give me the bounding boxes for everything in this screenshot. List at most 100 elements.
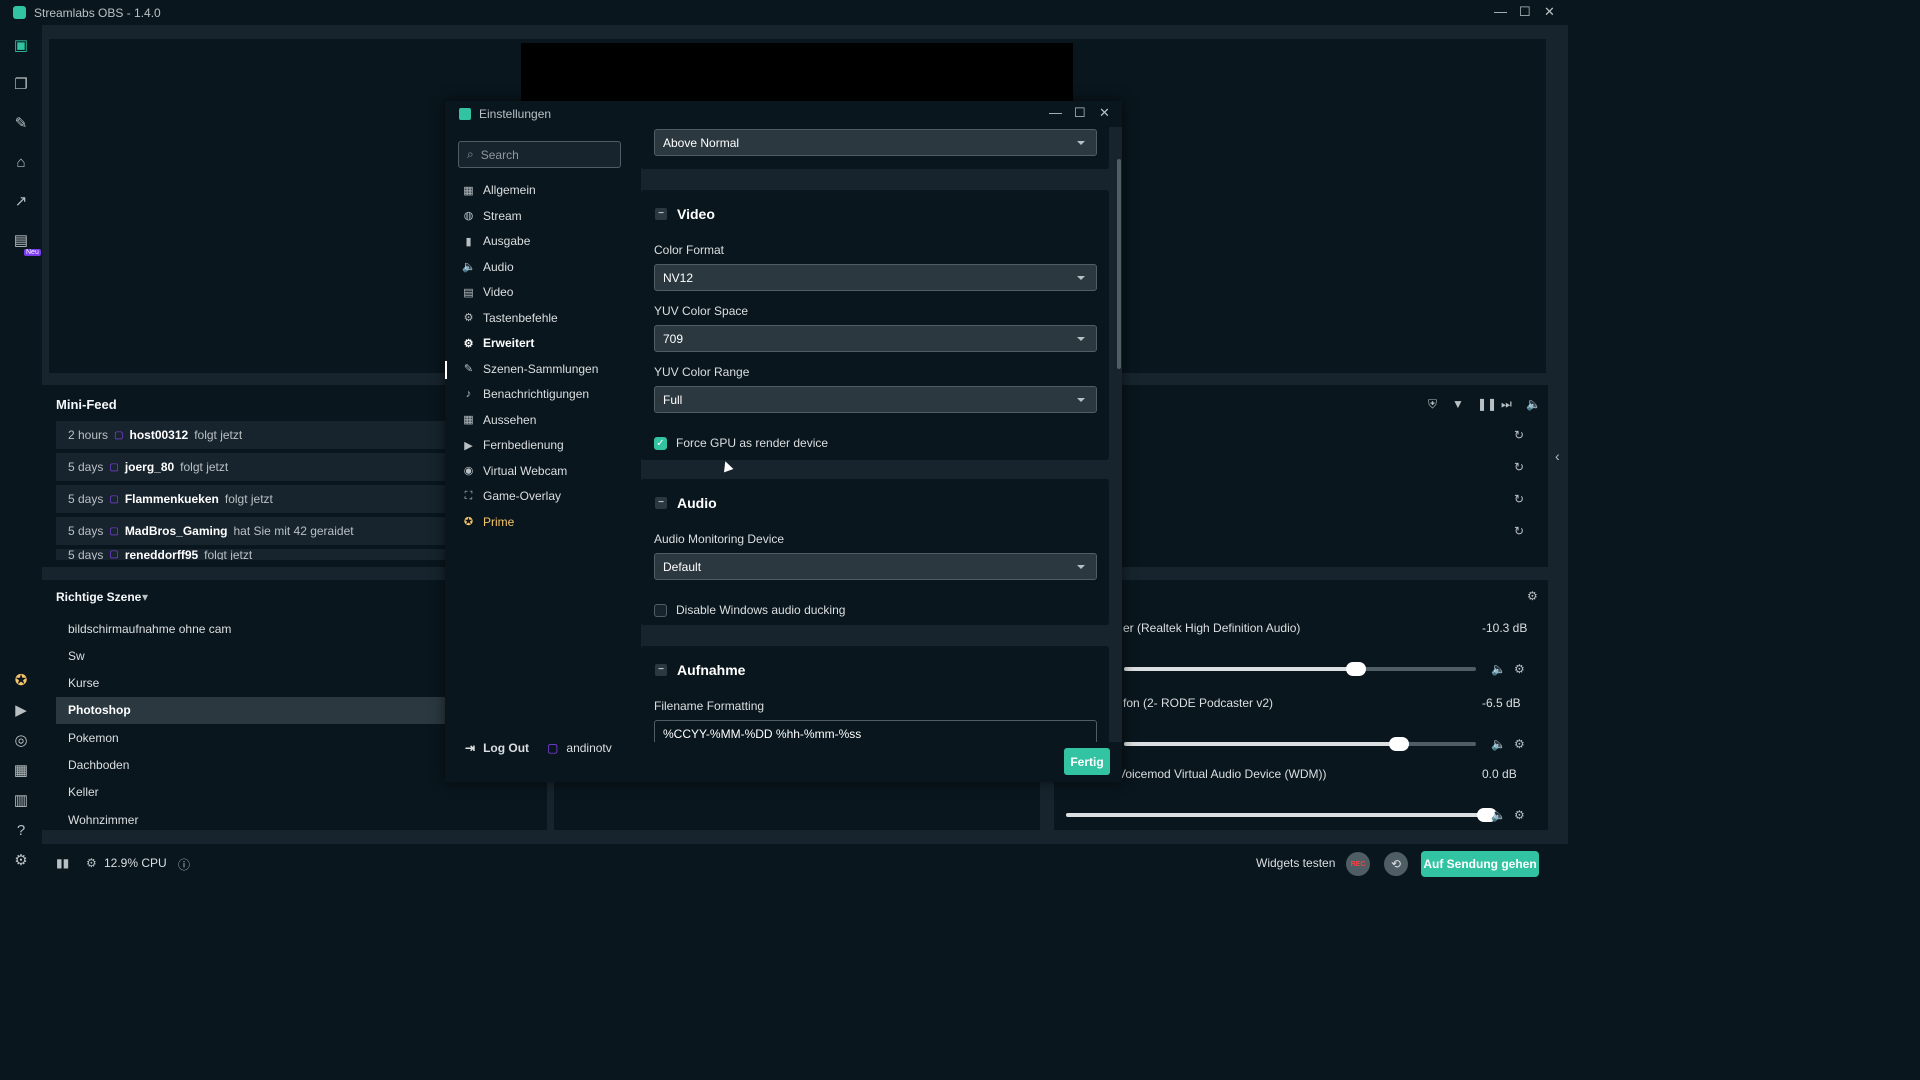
mute-icon[interactable]: 🔈 — [1491, 737, 1506, 751]
collapse-icon[interactable]: − — [655, 208, 667, 220]
logout-icon: ⇥ — [465, 741, 476, 755]
source-settings-gear-icon[interactable]: ⚙ — [1514, 808, 1525, 822]
audio-section-header[interactable]: − Audio — [655, 495, 717, 511]
replay-icon[interactable]: ↻ — [1514, 428, 1524, 442]
scene-item[interactable]: Keller — [56, 779, 446, 806]
settings-nav-stream[interactable]: ◍ Stream — [462, 206, 522, 226]
replay-icon[interactable]: ↻ — [1514, 460, 1524, 474]
search-icon: ⌕ — [467, 147, 474, 161]
replay-icon[interactable]: ↻ — [1514, 524, 1524, 538]
info-icon[interactable]: ⓘ — [178, 856, 190, 873]
source-settings-gear-icon[interactable]: ⚙ — [1514, 737, 1525, 751]
preview-canvas — [521, 43, 1073, 101]
close-icon[interactable]: ✕ — [1099, 105, 1110, 121]
maximize-icon[interactable]: ☐ — [1519, 4, 1531, 20]
settings-gear-icon[interactable]: ⚙ — [12, 852, 30, 870]
studio-mode-icon[interactable]: ▣ — [12, 37, 30, 55]
layers-icon[interactable]: ❐ — [12, 76, 30, 94]
minimize-icon[interactable]: — — [1049, 105, 1062, 120]
minimize-icon[interactable]: — — [1494, 4, 1507, 19]
settings-nav-szenen-sammlungen[interactable]: ✎ Szenen-Sammlungen — [462, 359, 599, 379]
filename-format-input[interactable] — [654, 720, 1097, 742]
widgets-test-button[interactable]: Widgets testen — [1256, 856, 1335, 870]
settings-nav-prime[interactable]: ✪ Prime — [462, 512, 514, 532]
mute-icon[interactable]: 🔈 — [1491, 662, 1506, 676]
collapse-icon[interactable]: − — [655, 497, 667, 509]
left-navbar: ▣ ❐ ✎ ⌂ ↗ ▤ Neu ✪ ▶ ◎ ▦ ▥ ? ⚙ — [0, 25, 42, 882]
chevron-down-icon[interactable]: ▾ — [142, 590, 148, 604]
pause-icon[interactable]: ❚❚ — [1477, 397, 1497, 411]
video-section-header[interactable]: − Video — [655, 206, 715, 222]
volume-slider[interactable] — [1066, 808, 1497, 822]
replay-icon[interactable]: ↻ — [1514, 492, 1524, 506]
record-button[interactable]: REC — [1346, 852, 1370, 876]
stats-bar-chart-icon[interactable]: ▮▮ — [56, 856, 69, 870]
chat-icon[interactable]: ◎ — [12, 732, 30, 750]
prime-icon[interactable]: ✪ — [12, 672, 30, 690]
monitoring-device-select[interactable]: Default — [654, 553, 1097, 580]
settings-nav-audio[interactable]: 🔈 Audio — [462, 257, 514, 277]
settings-scrollbar[interactable] — [1117, 159, 1121, 369]
volume-slider-knob[interactable] — [1346, 662, 1367, 676]
volume-icon[interactable]: 🔈 — [1526, 397, 1541, 411]
scene-item[interactable]: Sw — [56, 642, 446, 669]
scene-item[interactable]: Dachboden — [56, 752, 446, 779]
force-gpu-checkbox[interactable]: ✓ — [654, 436, 667, 450]
columns-icon[interactable]: ▥ — [12, 792, 30, 810]
settings-nav-benachrichtigungen[interactable]: ♪ Benachrichtigungen — [462, 384, 589, 404]
logout-button[interactable]: Log Out — [483, 741, 529, 755]
force-gpu-row[interactable]: ✓ Force GPU as render device — [654, 436, 828, 450]
settings-nav-game-overlay[interactable]: ⛶ Game-Overlay — [462, 486, 561, 506]
settings-nav-ausgabe[interactable]: ▮ Ausgabe — [462, 231, 530, 251]
logout-row[interactable]: ⇥ Log Out ▢ andinotv — [465, 741, 612, 755]
settings-nav-fernbedienung[interactable]: ▶ Fernbedienung — [462, 435, 563, 455]
search-input[interactable] — [480, 147, 601, 162]
play-icon[interactable]: ▶ — [12, 702, 30, 720]
volume-slider[interactable] — [1124, 737, 1476, 751]
go-live-button[interactable]: Auf Sendung gehen — [1421, 851, 1539, 877]
dashboard-chart-icon[interactable]: ↗ — [12, 193, 30, 211]
settings-nav-aussehen[interactable]: ▦ Aussehen — [462, 410, 536, 430]
replay-buffer-icon[interactable]: ⟲ — [1384, 852, 1408, 876]
collapse-icon[interactable]: − — [655, 664, 667, 676]
film-icon: ▤ — [463, 286, 474, 299]
close-icon[interactable]: ✕ — [1544, 4, 1555, 20]
audio-section: − Audio Audio Monitoring Device Default … — [641, 479, 1109, 625]
grid-icon[interactable]: ▦ — [12, 762, 30, 780]
mixer-settings-gear-icon[interactable]: ⚙ — [1527, 589, 1538, 603]
done-button[interactable]: Fertig — [1064, 748, 1110, 775]
scene-item[interactable]: Pokemon — [56, 724, 446, 751]
scene-item[interactable]: Photoshop — [56, 696, 446, 724]
volume-slider[interactable] — [1124, 662, 1476, 676]
scene-collection-title[interactable]: Richtige Szene — [56, 590, 141, 604]
yuv-range-select[interactable]: Full — [654, 386, 1097, 413]
themes-icon[interactable]: ✎ — [12, 115, 30, 133]
yuv-space-select[interactable]: 709 — [654, 325, 1097, 352]
chevron-down-icon — [1077, 398, 1085, 402]
skip-icon[interactable]: ⏭ — [1501, 397, 1512, 412]
settings-nav-virtual-webcam[interactable]: ◉ Virtual Webcam — [462, 461, 568, 481]
scene-item[interactable]: Wohnzimmer — [56, 806, 446, 833]
settings-nav-tastenbefehle[interactable]: ⚙ Tastenbefehle — [462, 308, 558, 328]
settings-nav-allgemein[interactable]: ▦ Allgemein — [462, 180, 535, 200]
ducking-checkbox[interactable] — [654, 603, 667, 617]
settings-nav-video[interactable]: ▤ Video — [462, 282, 513, 302]
chevron-left-icon[interactable]: ‹ — [1555, 448, 1560, 464]
mute-icon[interactable]: 🔈 — [1491, 808, 1506, 822]
highlighter-icon[interactable]: ▤ — [12, 232, 30, 250]
source-settings-gear-icon[interactable]: ⚙ — [1514, 662, 1525, 676]
process-priority-select[interactable]: Above Normal — [654, 129, 1097, 156]
scene-item[interactable]: Kurse — [56, 670, 446, 697]
ducking-row[interactable]: Disable Windows audio ducking — [654, 603, 845, 617]
recording-section-header[interactable]: − Aufnahme — [655, 662, 745, 678]
help-icon[interactable]: ? — [12, 822, 30, 840]
settings-search[interactable]: ⌕ — [458, 141, 621, 168]
store-icon[interactable]: ⌂ — [12, 154, 30, 172]
volume-slider-knob[interactable] — [1388, 737, 1409, 751]
shield-icon[interactable]: ⛨ — [1428, 397, 1437, 412]
scene-item[interactable]: bildschirmaufnahme ohne cam — [56, 615, 446, 642]
filter-icon[interactable]: ▼ — [1452, 397, 1464, 411]
maximize-icon[interactable]: ☐ — [1074, 105, 1086, 121]
color-format-select[interactable]: NV12 — [654, 264, 1097, 291]
settings-nav-erweitert[interactable]: ⚙ Erweitert — [462, 333, 535, 353]
